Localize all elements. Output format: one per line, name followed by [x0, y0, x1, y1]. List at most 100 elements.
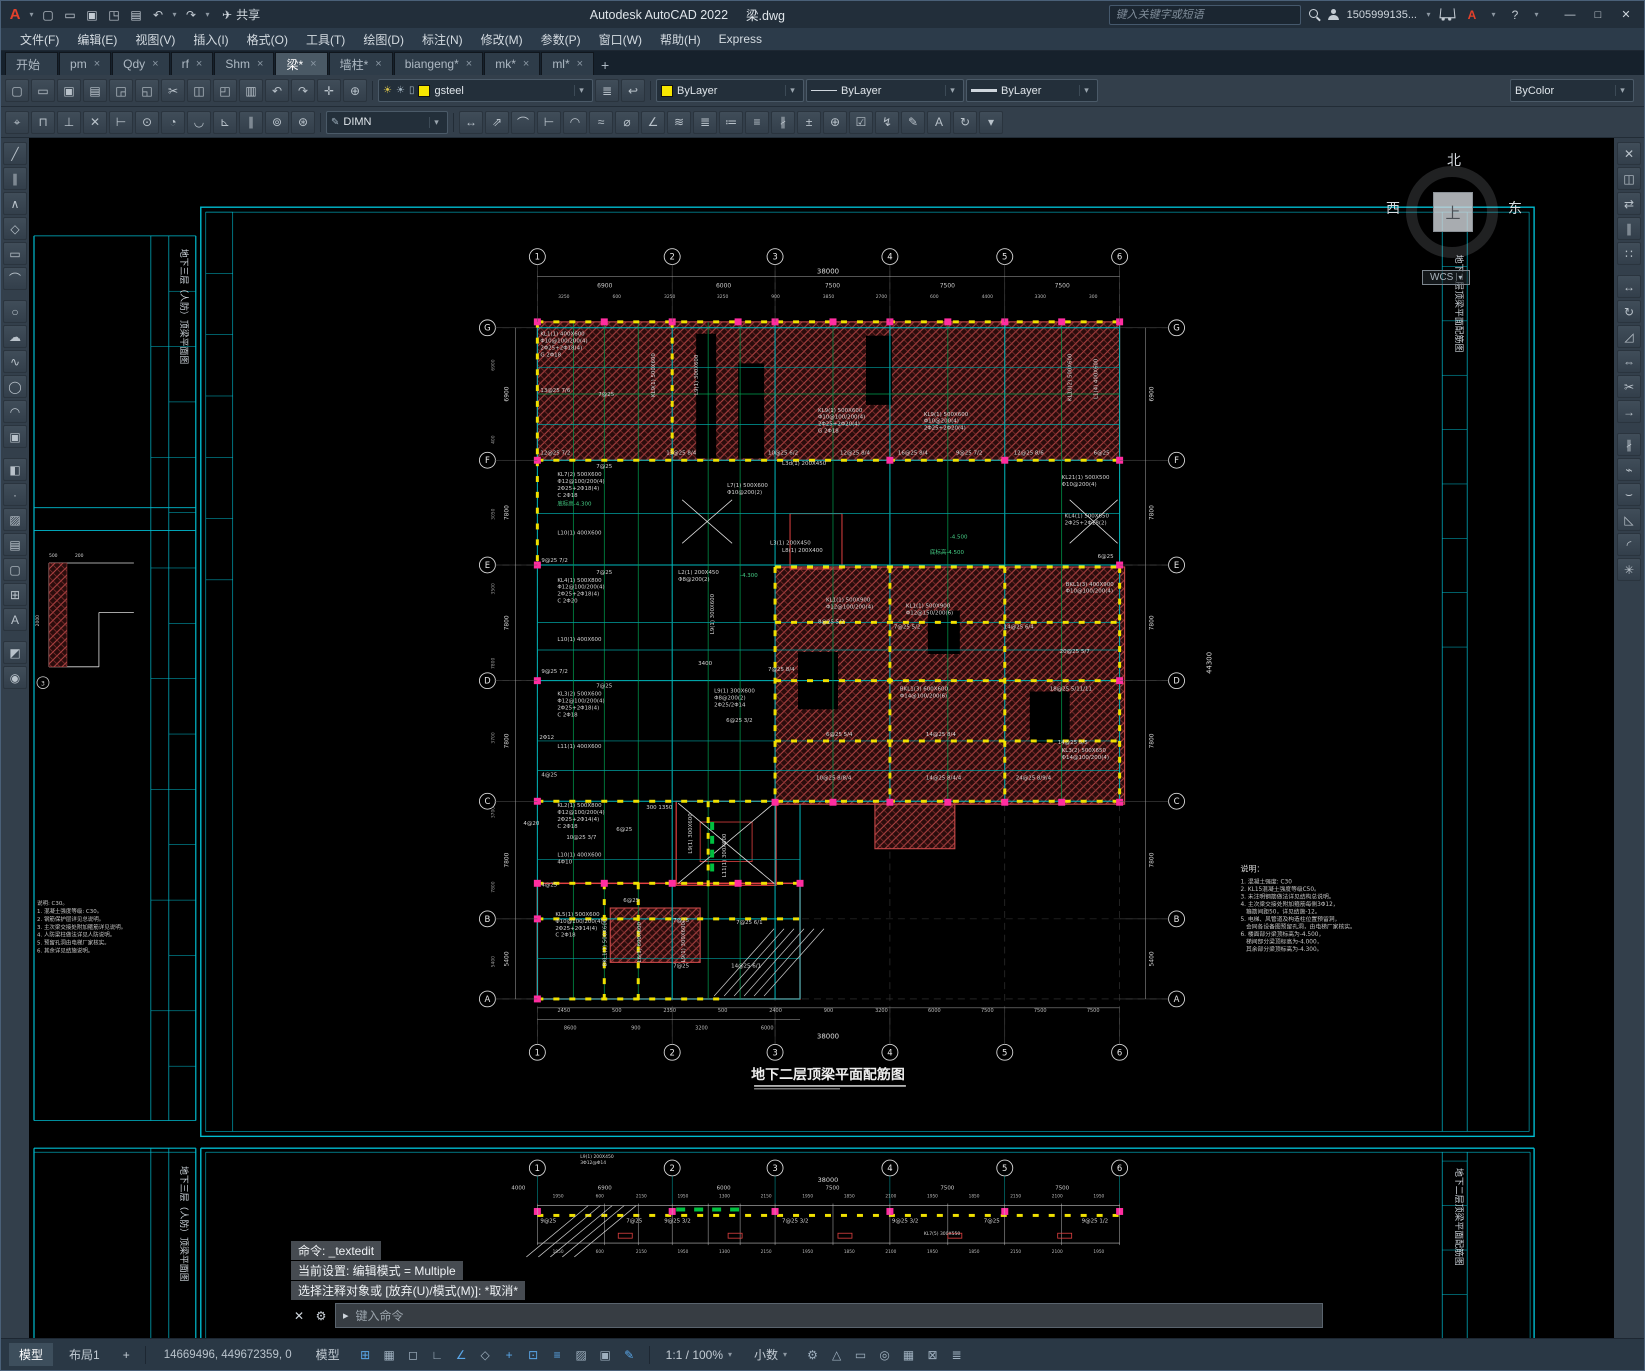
- dim-jogged-icon[interactable]: ≈: [589, 110, 613, 134]
- gradient-tool-icon[interactable]: ▤: [3, 533, 27, 556]
- command-close-icon[interactable]: ✕: [291, 1309, 307, 1323]
- center-mark-icon[interactable]: ⊕: [823, 110, 847, 134]
- object-snap-tracking-icon[interactable]: +: [498, 1345, 521, 1365]
- spline-tool-icon[interactable]: ∿: [3, 350, 27, 373]
- dim-inspect-icon[interactable]: ☑: [849, 110, 873, 134]
- hatch-tool-icon[interactable]: ▨: [3, 508, 27, 531]
- drawing-canvas[interactable]: 地下三层（人防）顶梁平面图 地下三层（人防）顶梁平面图 3 说明: C30。 1. 混凝…: [29, 138, 1614, 1338]
- snap-tangent-icon[interactable]: ◡: [187, 110, 211, 134]
- selection-cycling-icon[interactable]: ▣: [594, 1345, 617, 1365]
- file-tab[interactable]: biangeng* ×: [393, 52, 484, 75]
- transparency-icon[interactable]: ▨: [570, 1345, 593, 1365]
- dim-quick-icon[interactable]: ≋: [667, 110, 691, 134]
- move-tool-icon[interactable]: ↔: [1617, 275, 1641, 298]
- customization-icon[interactable]: ≣: [945, 1345, 968, 1365]
- point-tool-icon[interactable]: ·: [3, 483, 27, 506]
- fillet-tool-icon[interactable]: ◜: [1617, 533, 1641, 556]
- file-tab[interactable]: 墙柱* ×: [328, 52, 393, 75]
- join-tool-icon[interactable]: ⌣: [1617, 483, 1641, 506]
- pan-tool-icon[interactable]: ✛: [317, 79, 341, 102]
- explode-tool-icon[interactable]: ✳: [1617, 558, 1641, 581]
- save-file-icon[interactable]: ▣: [57, 79, 81, 102]
- revcloud-tool-icon[interactable]: ☁: [3, 325, 27, 348]
- file-tab[interactable]: ml* ×: [541, 52, 595, 75]
- menu-item[interactable]: 格式(O): [238, 29, 297, 50]
- publish-icon[interactable]: ◱: [135, 79, 159, 102]
- mirror-tool-icon[interactable]: ⇄: [1617, 192, 1641, 215]
- dim-angular-icon[interactable]: ∠: [641, 110, 665, 134]
- snap-intersection-icon[interactable]: ✕: [83, 110, 107, 134]
- undo-caret-icon[interactable]: ▾: [170, 5, 179, 25]
- polar-tracking-icon[interactable]: ∠: [450, 1345, 473, 1365]
- file-tab[interactable]: pm ×: [59, 52, 112, 75]
- dim-radius-icon[interactable]: ◠: [563, 110, 587, 134]
- dynamic-input-icon[interactable]: ✎: [618, 1345, 641, 1365]
- quick-properties-icon[interactable]: ▭: [849, 1345, 872, 1365]
- new-icon[interactable]: ▢: [38, 5, 58, 25]
- insert-block-icon[interactable]: ▣: [3, 425, 27, 448]
- isolate-objects-icon[interactable]: ◎: [873, 1345, 896, 1365]
- polyline-tool-icon[interactable]: ∧: [3, 192, 27, 215]
- dim-space-icon[interactable]: ≡: [745, 110, 769, 134]
- file-tab[interactable]: Qdy ×: [112, 52, 170, 75]
- close-button[interactable]: ✕: [1612, 4, 1640, 26]
- offset-tool-icon[interactable]: ∥: [1617, 217, 1641, 240]
- color-dropdown[interactable]: ByLayer ▾: [656, 79, 804, 102]
- snap-extension-icon[interactable]: ⊢: [109, 110, 133, 134]
- model-space-button[interactable]: 模型: [308, 1344, 348, 1365]
- save-icon[interactable]: ▣: [82, 5, 102, 25]
- menu-item[interactable]: 编辑(E): [68, 29, 126, 50]
- ellipse-tool-icon[interactable]: ◯: [3, 375, 27, 398]
- menu-item[interactable]: 插入(I): [184, 29, 237, 50]
- viewcube-east[interactable]: 东: [1508, 198, 1522, 218]
- annotation-visibility-icon[interactable]: △: [825, 1345, 848, 1365]
- plotstyle-dropdown[interactable]: ByColor ▾: [1510, 79, 1634, 102]
- erase-tool-icon[interactable]: ✕: [1617, 142, 1641, 165]
- clean-screen-icon[interactable]: ⊠: [921, 1345, 944, 1365]
- mtext-tool-icon[interactable]: A: [3, 608, 27, 631]
- menu-item[interactable]: 工具(T): [297, 29, 354, 50]
- ortho-icon[interactable]: ∟: [426, 1345, 449, 1365]
- snap-from-icon[interactable]: ⌖: [5, 110, 29, 134]
- units-button[interactable]: 小数 ▾: [746, 1344, 795, 1365]
- plot-preview-icon[interactable]: ◲: [109, 79, 133, 102]
- dimstyle-dropdown[interactable]: ✎ DIMN ▾: [326, 110, 448, 134]
- autodesk-apps-icon[interactable]: A: [1462, 5, 1482, 25]
- app-menu-logo[interactable]: A: [5, 5, 25, 25]
- circle-tool-icon[interactable]: ○: [3, 300, 27, 323]
- rectangle-tool-icon[interactable]: ▭: [3, 242, 27, 265]
- snap-perpendicular-icon[interactable]: ⊾: [213, 110, 237, 134]
- undo-icon[interactable]: ↶: [148, 5, 168, 25]
- plot-icon[interactable]: ▤: [126, 5, 146, 25]
- wcs-menu[interactable]: WCS ▾: [1422, 270, 1471, 285]
- file-tab[interactable]: rf ×: [170, 52, 214, 75]
- wipeout-tool-icon[interactable]: ◩: [3, 641, 27, 664]
- copy-tool-icon[interactable]: ◫: [1617, 167, 1641, 190]
- app-store-cart-icon[interactable]: [1439, 8, 1456, 19]
- menu-item[interactable]: 绘图(D): [354, 29, 413, 50]
- layout1-tab[interactable]: 布局1: [59, 1343, 110, 1366]
- share-button[interactable]: ✈ 共享: [216, 6, 266, 23]
- lineweight-dropdown[interactable]: ByLayer ▾: [966, 79, 1098, 102]
- layer-dropdown[interactable]: ☀ ☀ ▯ gsteel ▾: [378, 79, 593, 102]
- app-menu-caret-icon[interactable]: ▾: [27, 5, 36, 25]
- minimize-button[interactable]: —: [1556, 4, 1584, 26]
- menu-item[interactable]: 修改(M): [472, 29, 532, 50]
- dim-linear-icon[interactable]: ↔: [459, 110, 483, 134]
- command-input[interactable]: ▸ 键入命令: [335, 1303, 1323, 1328]
- menu-item[interactable]: 文件(F): [11, 29, 68, 50]
- viewcube-west[interactable]: 西: [1386, 198, 1400, 218]
- extend-tool-icon[interactable]: →: [1617, 400, 1641, 423]
- graphics-performance-icon[interactable]: ▦: [897, 1345, 920, 1365]
- layer-properties-icon[interactable]: ≣: [595, 79, 619, 102]
- break-point-icon[interactable]: ∦: [1617, 433, 1641, 456]
- dim-baseline-icon[interactable]: ≣: [693, 110, 717, 134]
- region-tool-icon[interactable]: ▢: [3, 558, 27, 581]
- chamfer-tool-icon[interactable]: ◺: [1617, 508, 1641, 531]
- menu-item[interactable]: 窗口(W): [590, 29, 651, 50]
- dim-aligned-icon[interactable]: ⇗: [485, 110, 509, 134]
- snap-center-icon[interactable]: ⊙: [135, 110, 159, 134]
- object-snap-icon[interactable]: ⊡: [522, 1345, 545, 1365]
- open-icon[interactable]: ▭: [60, 5, 80, 25]
- file-tab[interactable]: mk* ×: [484, 52, 541, 75]
